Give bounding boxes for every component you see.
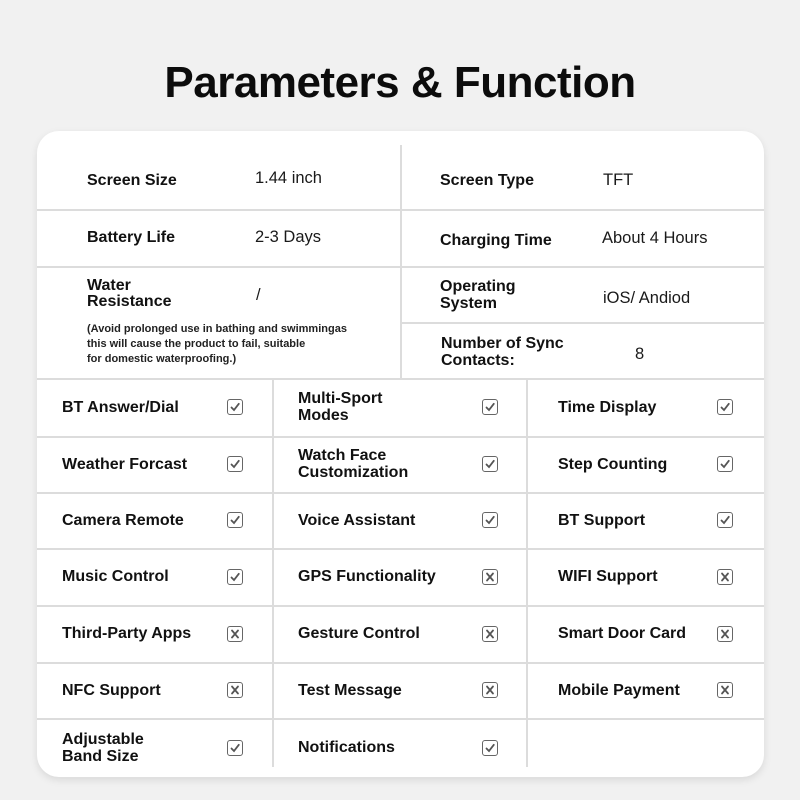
divider <box>400 322 764 324</box>
spec-card: Screen Size 1.44 inch Battery Life 2-3 D… <box>37 131 764 777</box>
checkbox-checked-icon <box>227 456 243 472</box>
feature-cell: BT Support <box>526 492 764 548</box>
checkbox-checked-icon <box>227 399 243 415</box>
feature-label: Voice Assistant <box>298 511 416 529</box>
divider <box>400 145 402 378</box>
checkbox-checked-icon <box>717 456 733 472</box>
param-label: Operating System <box>440 278 516 312</box>
feature-label: WIFI Support <box>558 568 658 585</box>
page-title: Parameters & Function <box>164 58 636 107</box>
feature-label: Camera Remote <box>62 511 184 529</box>
feature-cell: Test Message <box>272 662 526 718</box>
feature-label: NFC Support <box>62 681 161 699</box>
feature-label: GPS Functionality <box>298 568 436 585</box>
checkbox-checked-icon <box>482 456 498 472</box>
feature-label: Third-Party Apps <box>62 625 192 642</box>
divider <box>37 266 764 268</box>
checkbox-checked-icon <box>717 512 733 528</box>
feature-label: Step Counting <box>558 455 668 473</box>
feature-cell: GPS Functionality <box>272 548 526 605</box>
param-value: About 4 Hours <box>602 229 708 247</box>
feature-cell: BT Answer/Dial <box>37 378 272 436</box>
feature-cell: Weather Forcast <box>37 436 272 492</box>
feature-cell: Time Display <box>526 378 764 436</box>
feature-label: Time Display <box>558 398 657 416</box>
feature-label: Test Message <box>298 681 402 699</box>
feature-label: Smart Door Card <box>558 625 687 642</box>
feature-label: BT Support <box>558 511 646 529</box>
checkbox-checked-icon <box>482 399 498 415</box>
checkbox-checked-icon <box>482 512 498 528</box>
param-label: Battery Life <box>87 229 176 246</box>
checkbox-checked-icon <box>227 568 243 585</box>
checkbox-x-icon <box>482 682 498 698</box>
checkbox-checked-icon <box>227 739 243 756</box>
param-value: TFT <box>603 171 634 189</box>
feature-label: Watch Face Customization <box>298 447 409 481</box>
param-label: Screen Type <box>440 172 534 189</box>
feature-label: Weather Forcast <box>62 455 188 473</box>
feature-cell: Voice Assistant <box>272 492 526 548</box>
param-value: iOS/ Andiod <box>603 289 691 307</box>
param-value: 2-3 Days <box>255 228 322 246</box>
feature-cell: Adjustable Band Size <box>37 718 272 777</box>
checkbox-checked-icon <box>717 399 733 415</box>
feature-cell: Multi-Sport Modes <box>272 378 526 436</box>
checkbox-x-icon <box>482 625 498 642</box>
checkbox-x-icon <box>227 625 243 642</box>
feature-cell: Camera Remote <box>37 492 272 548</box>
feature-cell: Mobile Payment <box>526 662 764 718</box>
feature-label: Adjustable Band Size <box>62 730 144 765</box>
checkbox-x-icon <box>717 682 733 698</box>
checkbox-x-icon <box>482 568 498 585</box>
feature-cell: WIFI Support <box>526 548 764 605</box>
feature-cell: Music Control <box>37 548 272 605</box>
param-label: Water Resistance <box>87 277 172 310</box>
feature-cell: Smart Door Card <box>526 605 764 662</box>
feature-cell: Step Counting <box>526 436 764 492</box>
feature-label: Music Control <box>62 568 169 585</box>
checkbox-x-icon <box>227 682 243 698</box>
feature-label: Mobile Payment <box>558 681 680 699</box>
divider <box>37 209 764 211</box>
param-label: Charging Time <box>440 232 552 249</box>
feature-cell: Watch Face Customization <box>272 436 526 492</box>
param-value: / <box>256 286 261 304</box>
param-label: Number of Sync Contacts: <box>441 335 564 369</box>
param-note: (Avoid prolonged use in bathing and swim… <box>87 323 347 365</box>
param-label: Screen Size <box>87 172 177 189</box>
feature-cell: Gesture Control <box>272 605 526 662</box>
checkbox-x-icon <box>717 568 733 585</box>
feature-label: Notifications <box>298 739 395 756</box>
feature-cell: Notifications <box>272 718 526 777</box>
feature-label: Multi-Sport Modes <box>298 390 383 424</box>
feature-cell: Third-Party Apps <box>37 605 272 662</box>
feature-label: BT Answer/Dial <box>62 398 179 416</box>
feature-cell: NFC Support <box>37 662 272 718</box>
param-value: 8 <box>635 345 645 363</box>
checkbox-checked-icon <box>482 739 498 756</box>
param-value: 1.44 inch <box>255 169 322 187</box>
checkbox-x-icon <box>717 625 733 642</box>
feature-label: Gesture Control <box>298 625 420 642</box>
checkbox-checked-icon <box>227 512 243 528</box>
